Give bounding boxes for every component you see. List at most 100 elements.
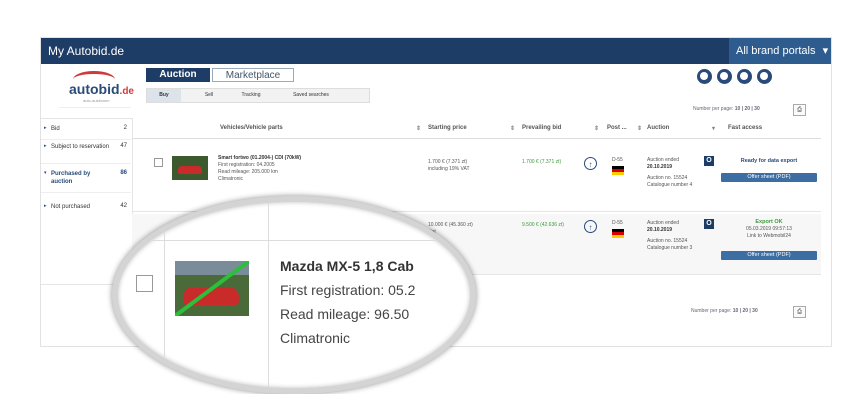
offer-sheet-button[interactable]: Offer sheet (PDF): [721, 251, 817, 260]
number-per-page-options[interactable]: 10 | 20 | 30: [735, 106, 760, 112]
chevron-right-icon: ▸: [44, 125, 47, 131]
number-per-page: Number per page: 10 | 20 | 30: [693, 106, 760, 112]
top-bar: My Autobid.de All brand portals ▾: [41, 38, 831, 64]
brand-portals-dropdown[interactable]: All brand portals ▾: [729, 38, 831, 64]
number-per-page-label: Number per page:: [693, 106, 734, 112]
sidebar-item-label: Bid: [51, 126, 60, 132]
sort-down-icon[interactable]: ▾: [712, 125, 715, 132]
vehicle-thumbnail[interactable]: [175, 261, 249, 316]
status-badge: O: [704, 219, 714, 229]
post-code: D-55: [612, 220, 623, 226]
sort-icon[interactable]: ⇕: [510, 125, 515, 132]
fast-access-status: Export OK: [755, 219, 783, 225]
subtab-sell[interactable]: Sell: [197, 89, 221, 102]
sidebar-item-label: Subject to reservation: [51, 144, 110, 150]
number-per-page-label: Number per page:: [691, 308, 732, 314]
catalogue-number: Catalogue number 3: [647, 245, 693, 251]
print-icon[interactable]: ⎙: [793, 306, 806, 318]
starting-price-note: including 19% VAT: [428, 166, 470, 172]
starting-price-value: 1.700 € (7.371 zt): [428, 159, 468, 165]
column-header-starting-price[interactable]: Starting price: [428, 125, 467, 131]
first-registration: First registration: 05.2: [280, 282, 416, 298]
column-header-post[interactable]: Post ...: [607, 125, 627, 131]
sort-icon[interactable]: ⇕: [594, 125, 599, 132]
sold-strike-icon: [175, 261, 249, 316]
auction-info: Auction ended 20.10.2019 Auction no. 155…: [647, 157, 692, 189]
magnified-column-divider: [164, 202, 165, 388]
vehicle-info: Smart fortwo (01.2004-) CDI (70kW) First…: [218, 155, 348, 183]
post-code: D-55: [612, 157, 623, 163]
vehicle-thumbnail[interactable]: [172, 156, 208, 180]
subtab-buy[interactable]: Buy: [147, 89, 181, 102]
prevailing-bid: 9.500 € (42.636 zt): [522, 222, 564, 228]
sort-icon[interactable]: ⇕: [416, 125, 421, 132]
germany-flag-icon: [612, 166, 624, 175]
sidebar-item-purchased-by-auction[interactable]: ▾ Purchased by auction 86: [41, 170, 131, 193]
arrow-up-icon[interactable]: ↑: [584, 220, 597, 233]
sidebar-item-label: Purchased by auction: [51, 171, 91, 185]
logo-tld: .de: [119, 86, 134, 97]
tab-marketplace[interactable]: Marketplace: [212, 68, 294, 82]
fast-access-status: Ready for data export: [740, 158, 798, 164]
auction-number: Auction no. 15524: [647, 175, 688, 181]
tab-auction[interactable]: Auction: [146, 68, 210, 82]
row-checkbox[interactable]: [154, 158, 163, 167]
catalogue-number: Catalogue number 4: [647, 182, 693, 188]
sidebar-item-count: 86: [120, 170, 127, 176]
chevron-down-icon: ▾: [822, 45, 829, 57]
subtab-bar: Buy Sell Tracking Saved searches: [146, 88, 370, 103]
filter-icon[interactable]: [697, 69, 712, 84]
logo-tagline: auto-auktionen: [83, 98, 110, 103]
email-icon[interactable]: [717, 69, 732, 84]
magnified-column-divider: [268, 202, 269, 388]
sidebar-item-count: 47: [120, 143, 127, 149]
sidebar-item-count: 2: [123, 125, 127, 131]
arrow-up-icon[interactable]: ↑: [584, 157, 597, 170]
brand-portals-label: All brand portals: [736, 45, 816, 57]
offer-sheet-button[interactable]: Offer sheet (PDF): [721, 173, 817, 182]
column-header-prevailing-bid[interactable]: Prevailing bid: [522, 125, 561, 131]
read-mileage: Read mileage: 96.50: [280, 306, 410, 322]
prevailing-bid: 1.700 € (7.371 zt): [522, 159, 562, 165]
fast-access-info: Export OK 05.03.2019 09:57:13 Link to We…: [721, 219, 817, 240]
number-per-page-bottom: Number per page: 10 | 20 | 30: [691, 308, 758, 314]
magnifier-lens: Mazda MX-5 1,8 Cab First registration: 0…: [112, 196, 476, 394]
auction-date: 20.10.2019: [647, 227, 673, 233]
subtab-saved-searches[interactable]: Saved searches: [281, 89, 341, 102]
webmobil-link[interactable]: Link to Webmobil24: [721, 233, 817, 240]
first-registration: First registration: 04.2005: [218, 162, 275, 168]
user-icon[interactable]: [737, 69, 752, 84]
vehicle-extra: Climatronic: [280, 330, 351, 346]
sidebar-item-bid[interactable]: ▸ Bid 2: [41, 125, 131, 140]
vehicle-title[interactable]: Mazda MX-5 1,8 Cab: [280, 258, 414, 274]
auction-number: Auction no. 15524: [647, 238, 688, 244]
app-title: My Autobid.de: [48, 44, 125, 58]
magnifier-content: Mazda MX-5 1,8 Cab First registration: 0…: [118, 202, 470, 388]
car-shape: [178, 166, 202, 174]
vehicle-title[interactable]: Smart fortwo (01.2004-) CDI (70kW): [218, 155, 348, 162]
column-header-fast-access: Fast access: [728, 125, 763, 131]
chevron-right-icon: ▸: [44, 143, 47, 149]
row-checkbox[interactable]: [136, 275, 153, 292]
sidebar-item-label: Not purchased: [51, 204, 91, 210]
status-badge: O: [704, 156, 714, 166]
auction-date: 20.10.2019: [647, 164, 673, 170]
sidebar-item-subject-to-reservation[interactable]: ▸ Subject to reservation 47: [41, 143, 131, 164]
bell-icon[interactable]: [757, 69, 772, 84]
read-mileage: Read mileage: 205.000 km: [218, 169, 278, 175]
column-header-vehicles[interactable]: Vehicles/Vehicle parts: [220, 125, 283, 131]
vehicle-extra: Climatronic: [218, 176, 244, 182]
magnified-row-divider: [118, 240, 470, 241]
number-per-page-options[interactable]: 10 | 20 | 30: [733, 308, 758, 314]
export-timestamp: 05.03.2019 09:57:13: [746, 226, 792, 232]
table-header: Vehicles/Vehicle parts ⇕ Starting price …: [132, 118, 821, 139]
column-header-auction[interactable]: Auction: [647, 125, 669, 131]
chevron-down-icon: ▾: [44, 170, 47, 176]
print-icon[interactable]: ⎙: [793, 104, 806, 116]
auction-status: Auction ended: [647, 157, 679, 163]
sort-icon[interactable]: ⇕: [637, 125, 642, 132]
starting-price: 1.700 € (7.371 zt) including 19% VAT: [428, 159, 470, 173]
auction-status: Auction ended: [647, 220, 679, 226]
subtab-tracking[interactable]: Tracking: [231, 89, 271, 102]
autobid-logo[interactable]: autobid.de auto-auktionen: [59, 71, 134, 108]
